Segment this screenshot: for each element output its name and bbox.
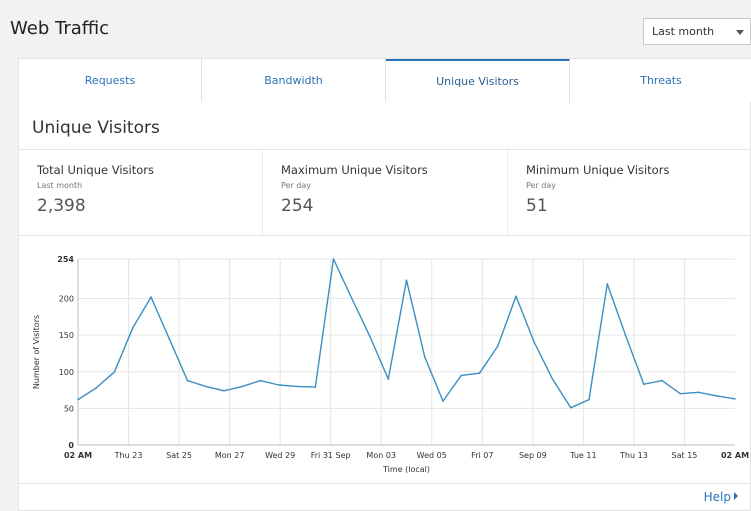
data-point — [77, 398, 79, 401]
x-axis-title: Time (local) — [382, 465, 430, 474]
data-point — [332, 258, 335, 260]
stat-max-value: 254 — [281, 196, 314, 216]
stat-max: Maximum Unique Visitors Per day 254 — [263, 150, 508, 236]
stat-min-label: Minimum Unique Visitors — [526, 163, 670, 177]
data-point — [95, 387, 98, 389]
data-point — [478, 372, 481, 374]
data-point — [369, 335, 371, 338]
tab-threats[interactable]: Threats — [570, 59, 751, 102]
card-footer: Help — [19, 483, 751, 511]
x-tick-label: Fri 07 — [471, 451, 493, 460]
stat-max-sub: Per day — [281, 181, 312, 190]
series-line — [77, 258, 736, 409]
y-tick-label: 150 — [59, 331, 74, 340]
data-point — [515, 295, 517, 298]
stats-row: Total Unique Visitors Last month 2,398 M… — [19, 149, 751, 236]
chevron-right-icon — [734, 492, 738, 500]
help-link[interactable]: Help — [704, 490, 738, 504]
stat-total: Total Unique Visitors Last month 2,398 — [19, 150, 263, 236]
stat-min-value: 51 — [526, 196, 548, 216]
stat-total-label: Total Unique Visitors — [37, 163, 154, 177]
data-point — [570, 406, 572, 409]
time-range-value: Last month — [652, 25, 715, 38]
traffic-card: Requests Bandwidth Unique Visitors Threa… — [18, 58, 751, 511]
stat-min-sub: Per day — [526, 181, 557, 190]
data-point — [734, 398, 736, 400]
chart-area: 02 AM Thu 23 Sat 25 Mon 27 Wed 29 Fri 31 Sep M… — [19, 237, 751, 483]
data-point — [588, 398, 590, 401]
data-point — [661, 379, 663, 382]
x-tick-label: Mon 27 — [215, 451, 245, 460]
x-tick-label: 02 AM — [64, 451, 92, 460]
data-point — [442, 400, 444, 402]
data-point — [460, 374, 463, 377]
help-label: Help — [703, 490, 731, 504]
x-tick-label: Mon 03 — [366, 451, 396, 460]
data-point — [150, 296, 152, 298]
data-point — [186, 379, 189, 382]
stat-total-sub: Last month — [37, 181, 83, 190]
x-tick-label: Sat 15 — [672, 451, 698, 460]
tab-unique-visitors[interactable]: Unique Visitors — [386, 59, 570, 103]
section-title: Unique Visitors — [32, 118, 160, 138]
data-point — [278, 384, 280, 386]
y-tick-label: 254 — [57, 255, 74, 264]
data-point — [405, 279, 408, 281]
data-point — [624, 334, 627, 336]
x-tick-label: Thu 13 — [619, 451, 648, 460]
data-point — [351, 297, 353, 300]
data-point — [533, 341, 536, 344]
data-point — [168, 338, 171, 340]
data-point — [132, 327, 134, 329]
tab-bandwidth[interactable]: Bandwidth — [202, 59, 386, 102]
x-tick-label: Tue 11 — [569, 451, 596, 460]
data-point — [716, 395, 718, 397]
data-point — [259, 379, 262, 382]
data-point — [551, 378, 554, 380]
y-axis-title: Number of Visitors — [32, 315, 41, 389]
tab-requests[interactable]: Requests — [19, 59, 202, 102]
x-tick-label: Sat 25 — [166, 451, 192, 460]
stat-total-value: 2,398 — [37, 196, 86, 216]
y-tick-label: 200 — [59, 295, 74, 304]
chevron-down-icon — [736, 30, 744, 35]
y-tick-label: 100 — [59, 368, 74, 377]
data-point — [296, 385, 298, 388]
data-point — [387, 378, 390, 380]
page-title: Web Traffic — [10, 18, 110, 39]
data-point — [497, 345, 499, 347]
stat-max-label: Maximum Unique Visitors — [281, 163, 428, 177]
x-tick-label: Wed 05 — [417, 451, 447, 460]
data-point — [205, 385, 207, 388]
data-point — [643, 383, 645, 385]
visitors-line-chart: 02 AM Thu 23 Sat 25 Mon 27 Wed 29 Fri 31 Sep M… — [32, 255, 749, 474]
x-tick-label: 02 AM — [721, 451, 749, 460]
time-range-dropdown[interactable]: Last month — [643, 18, 751, 45]
data-point — [113, 371, 116, 373]
data-point — [697, 391, 700, 394]
data-point — [241, 385, 244, 388]
data-point — [679, 392, 682, 395]
y-tick-label: 50 — [64, 404, 74, 413]
data-point — [314, 386, 317, 388]
web-traffic-panel: Web Traffic Last month Requests Bandwidt… — [0, 0, 751, 511]
x-tick-label: Thu 23 — [114, 451, 143, 460]
x-tick-label: Sep 09 — [519, 451, 547, 460]
stat-min: Minimum Unique Visitors Per day 51 — [508, 150, 751, 236]
x-tick-label: Wed 29 — [265, 451, 295, 460]
data-point — [606, 283, 609, 285]
tab-bar: Requests Bandwidth Unique Visitors Threa… — [19, 59, 751, 103]
data-point — [223, 390, 225, 392]
y-tick-label: 0 — [68, 441, 74, 450]
data-point — [424, 356, 426, 358]
x-tick-label: Fri 31 Sep — [311, 451, 351, 460]
